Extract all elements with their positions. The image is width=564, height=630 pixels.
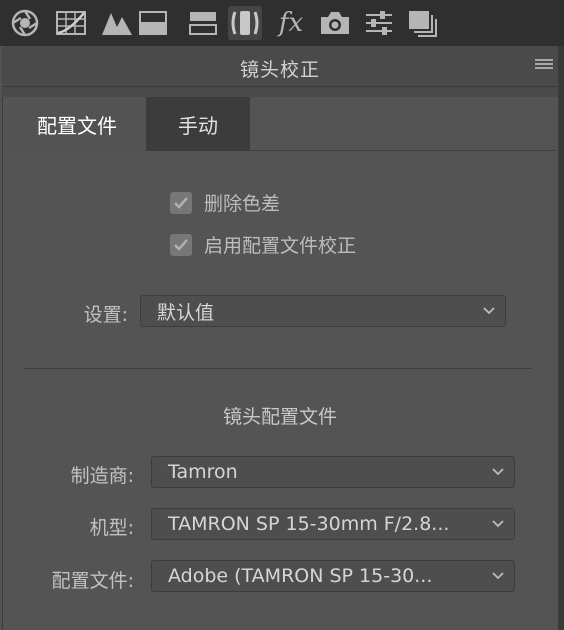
setup-dropdown[interactable]: 默认值 (140, 295, 506, 327)
chevron-down-icon (492, 468, 504, 476)
tab-manual-label: 手动 (178, 113, 218, 138)
tab-manual[interactable]: 手动 (146, 97, 250, 151)
make-value: Tamron (168, 461, 238, 483)
enable-profile-corrections-label: 启用配置文件校正 (204, 235, 357, 257)
enable-profile-corrections-checkbox[interactable] (170, 233, 192, 256)
fx-icon[interactable]: fx (274, 6, 308, 40)
split-toning-icon[interactable] (186, 6, 220, 40)
profile-label: 配置文件: (51, 570, 134, 592)
make-label: 制造商: (70, 465, 134, 487)
tab-profile-label: 配置文件 (37, 113, 117, 138)
tabs-strip (2, 87, 558, 97)
hsl-icon[interactable] (136, 6, 170, 40)
profile-value: Adobe (TAMRON SP 15-30... (168, 565, 433, 587)
camera-calibration-icon[interactable] (318, 6, 352, 40)
tone-curve-icon[interactable] (54, 6, 88, 40)
lens-corrections-icon[interactable] (228, 6, 262, 40)
section-divider (24, 368, 532, 369)
chevron-down-icon (483, 307, 495, 315)
chevron-down-icon (492, 572, 504, 580)
profile-dropdown[interactable]: Adobe (TAMRON SP 15-30... (151, 560, 515, 592)
detail-icon[interactable] (100, 6, 134, 40)
panel-scroll-edge[interactable] (558, 46, 564, 630)
panel-toolbar: fx (0, 0, 564, 46)
model-label: 机型: (89, 517, 134, 539)
remove-chromatic-aberration-label: 删除色差 (204, 193, 281, 215)
presets-icon[interactable] (362, 6, 396, 40)
enable-profile-corrections-option[interactable]: 启用配置文件校正 (170, 231, 356, 258)
fx-label: fx (278, 8, 304, 38)
panel-header: 镜头校正 (2, 46, 558, 87)
lens-profile-section-title: 镜头配置文件 (222, 406, 337, 428)
setup-label: 设置: (83, 304, 128, 326)
snapshots-icon[interactable] (406, 6, 440, 40)
remove-chromatic-aberration-option[interactable]: 删除色差 (170, 189, 280, 216)
panel-menu-icon[interactable] (534, 57, 554, 73)
make-dropdown[interactable]: Tamron (151, 456, 515, 488)
setup-value: 默认值 (157, 301, 215, 324)
model-value: TAMRON SP 15-30mm F/2.8... (168, 513, 450, 535)
model-dropdown[interactable]: TAMRON SP 15-30mm F/2.8... (151, 508, 515, 540)
chevron-down-icon (492, 520, 504, 528)
tab-profile[interactable]: 配置文件 (8, 97, 146, 151)
remove-chromatic-aberration-checkbox[interactable] (170, 191, 192, 214)
aperture-icon[interactable] (8, 6, 42, 40)
panel-title: 镜头校正 (239, 59, 320, 81)
tab-divider (250, 150, 556, 151)
